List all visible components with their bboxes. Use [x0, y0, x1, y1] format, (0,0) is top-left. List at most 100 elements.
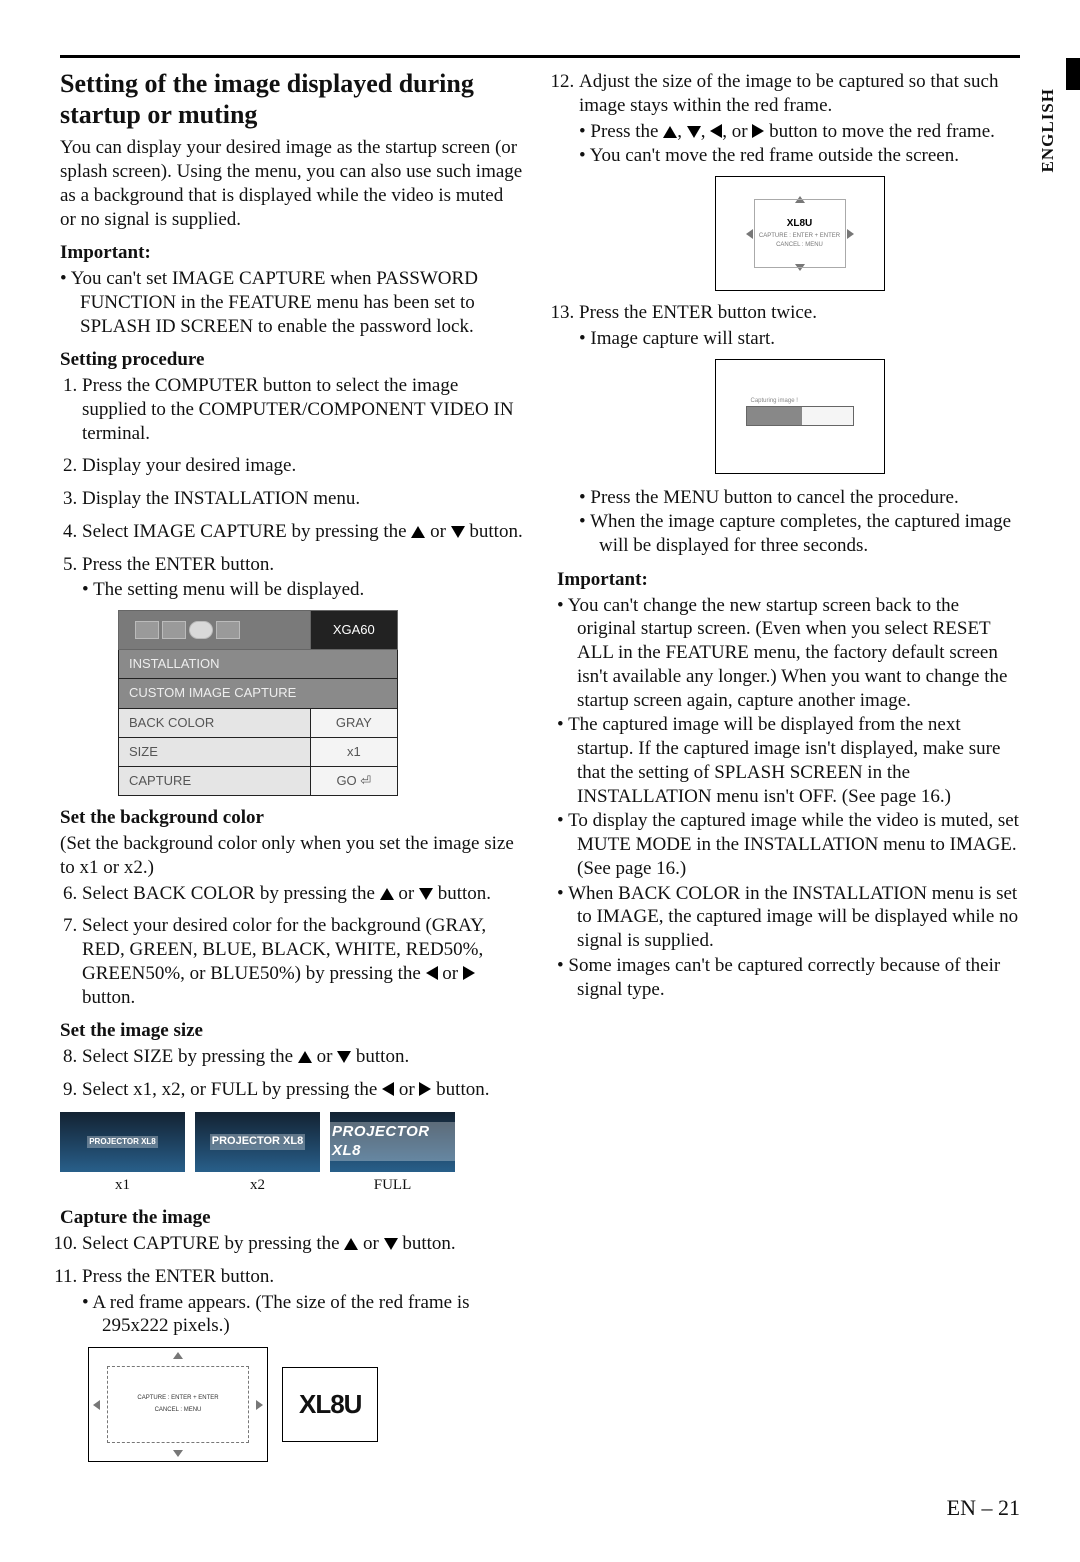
step-12-sub1: Press the , , , or button to move the re… — [579, 120, 1020, 144]
triangle-up-icon — [380, 888, 394, 900]
thumb-full: PROJECTOR XL8 — [330, 1112, 455, 1172]
s12s1-b: , — [677, 121, 687, 142]
triangle-down-icon — [337, 1051, 351, 1063]
steps-size: Select SIZE by pressing the or button. S… — [60, 1045, 523, 1102]
fig-line1: CAPTURE : ENTER + ENTER — [759, 233, 840, 241]
important-list-2: You can't change the new startup screen … — [557, 594, 1020, 1002]
progress-diagram: Capturing image ! — [715, 359, 885, 474]
step-9-b: or — [394, 1079, 419, 1100]
side-tab — [1066, 58, 1080, 90]
top-rule — [60, 55, 1020, 58]
step-8-c: button. — [351, 1046, 409, 1067]
important-label: Important: — [60, 241, 523, 265]
triangle-right-icon — [752, 124, 764, 138]
triangle-right-icon — [419, 1082, 431, 1096]
imp-5: Some images can't be captured correctly … — [557, 954, 1020, 1002]
triangle-up-icon — [344, 1238, 358, 1250]
menu-resolution: XGA60 — [310, 611, 397, 650]
page-number: EN – 21 — [60, 1494, 1020, 1522]
step-8: Select SIZE by pressing the or button. — [82, 1045, 523, 1069]
red-frame-diagram: CAPTURE : ENTER + ENTER CANCEL : MENU — [88, 1347, 268, 1462]
step-4-text-b: or — [425, 521, 450, 542]
arrow-up-icon — [173, 1352, 183, 1359]
important-item: You can't set IMAGE CAPTURE when PASSWOR… — [60, 267, 523, 338]
step-5-sub: The setting menu will be displayed. — [82, 578, 523, 602]
triangle-left-icon — [426, 966, 438, 980]
triangle-right-icon — [463, 966, 475, 980]
arrow-right-icon — [847, 229, 854, 239]
thumb-x2: PROJECTOR XL8 — [195, 1112, 320, 1172]
s12s1-d: , or — [722, 121, 752, 142]
triangle-down-icon — [687, 126, 701, 138]
step-6: Select BACK COLOR by pressing the or but… — [82, 882, 523, 906]
step-8-a: Select SIZE by pressing the — [82, 1046, 298, 1067]
step-13-text: Press the ENTER button twice. — [579, 302, 817, 323]
frame-line2: CANCEL : MENU — [155, 1407, 202, 1415]
move-frame-diagram: XL8U CAPTURE : ENTER + ENTER CANCEL : ME… — [715, 176, 885, 291]
triangle-left-icon — [710, 124, 722, 138]
menu-size-label: SIZE — [119, 737, 311, 766]
triangle-down-icon — [451, 526, 465, 538]
step-5: Press the ENTER button. The setting menu… — [82, 553, 523, 797]
capture-figure: CAPTURE : ENTER + ENTER CANCEL : MENU XL… — [88, 1347, 523, 1462]
right-column: Adjust the size of the image to be captu… — [557, 68, 1020, 1480]
step-11-sub: A red frame appears. (The size of the re… — [82, 1291, 523, 1339]
xl8u-logo: XL8U — [282, 1367, 378, 1442]
set-bg-label: Set the background color — [60, 806, 523, 830]
imp-2: The captured image will be displayed fro… — [557, 713, 1020, 808]
step-3: Display the INSTALLATION menu. — [82, 487, 523, 511]
steps-capture: Select CAPTURE by pressing the or button… — [60, 1232, 523, 1338]
step-2: Display your desired image. — [82, 454, 523, 478]
thumb-tag: PROJECTOR XL8 — [87, 1136, 158, 1148]
steps-list: Press the COMPUTER button to select the … — [60, 374, 523, 796]
step-10-b: or — [358, 1233, 383, 1254]
steps-right: Adjust the size of the image to be captu… — [557, 70, 1020, 558]
step-6-a: Select BACK COLOR by pressing the — [82, 883, 380, 904]
step-4-text-c: button. — [465, 521, 523, 542]
triangle-up-icon — [411, 526, 425, 538]
step-9: Select x1, x2, or FULL by pressing the o… — [82, 1078, 523, 1102]
intro-text: You can display your desired image as th… — [60, 136, 523, 231]
cap-x1: x1 — [60, 1176, 185, 1195]
arrow-down-icon — [173, 1450, 183, 1457]
step-6-c: button. — [433, 883, 491, 904]
step-11: Press the ENTER button. A red frame appe… — [82, 1265, 523, 1338]
step-4-text-a: Select IMAGE CAPTURE by pressing the — [82, 521, 411, 542]
step-6-b: or — [394, 883, 419, 904]
step-10-c: button. — [398, 1233, 456, 1254]
thumb-captions: x1 x2 FULL — [60, 1176, 523, 1195]
step-9-a: Select x1, x2, or FULL by pressing the — [82, 1079, 382, 1100]
triangle-down-icon — [419, 888, 433, 900]
triangle-left-icon — [382, 1082, 394, 1096]
fig-line2: CANCEL : MENU — [776, 242, 823, 250]
set-size-label: Set the image size — [60, 1019, 523, 1043]
arrow-left-icon — [746, 229, 753, 239]
post-b: When the image capture completes, the ca… — [579, 510, 1020, 558]
imp-4: When BACK COLOR in the INSTALLATION menu… — [557, 882, 1020, 953]
important-list: You can't set IMAGE CAPTURE when PASSWOR… — [60, 267, 523, 338]
menu-table: XGA60 INSTALLATION CUSTOM IMAGE CAPTURE … — [118, 610, 398, 796]
menu-back-color-label: BACK COLOR — [119, 708, 311, 737]
step-11-text: Press the ENTER button. — [82, 1266, 274, 1287]
menu-capture-label: CAPTURE — [119, 767, 311, 796]
step-12-sub2: You can't move the red frame outside the… — [579, 144, 1020, 168]
cap-full: FULL — [330, 1176, 455, 1195]
menu-installation: INSTALLATION — [119, 650, 398, 679]
columns: Setting of the image displayed during st… — [60, 68, 1020, 1480]
step-10-a: Select CAPTURE by pressing the — [82, 1233, 344, 1254]
progress-bar: Capturing image ! — [746, 406, 854, 426]
frame-line1: CAPTURE : ENTER + ENTER — [137, 1395, 218, 1403]
arrow-right-icon — [256, 1400, 263, 1410]
thumb-tag: PROJECTOR XL8 — [330, 1122, 455, 1162]
language-tab: ENGLISH — [1037, 88, 1058, 172]
arrow-left-icon — [93, 1400, 100, 1410]
post-a: Press the MENU button to cancel the proc… — [579, 486, 1020, 510]
menu-size-value: x1 — [310, 737, 397, 766]
step-8-b: or — [312, 1046, 337, 1067]
step-7-b: or — [438, 963, 463, 984]
capture-label: Capture the image — [60, 1206, 523, 1230]
step-12: Adjust the size of the image to be captu… — [579, 70, 1020, 291]
step-7-c: button. — [82, 987, 135, 1008]
step-7: Select your desired color for the backgr… — [82, 914, 523, 1009]
menu-capture-value: GO ⏎ — [310, 767, 397, 796]
